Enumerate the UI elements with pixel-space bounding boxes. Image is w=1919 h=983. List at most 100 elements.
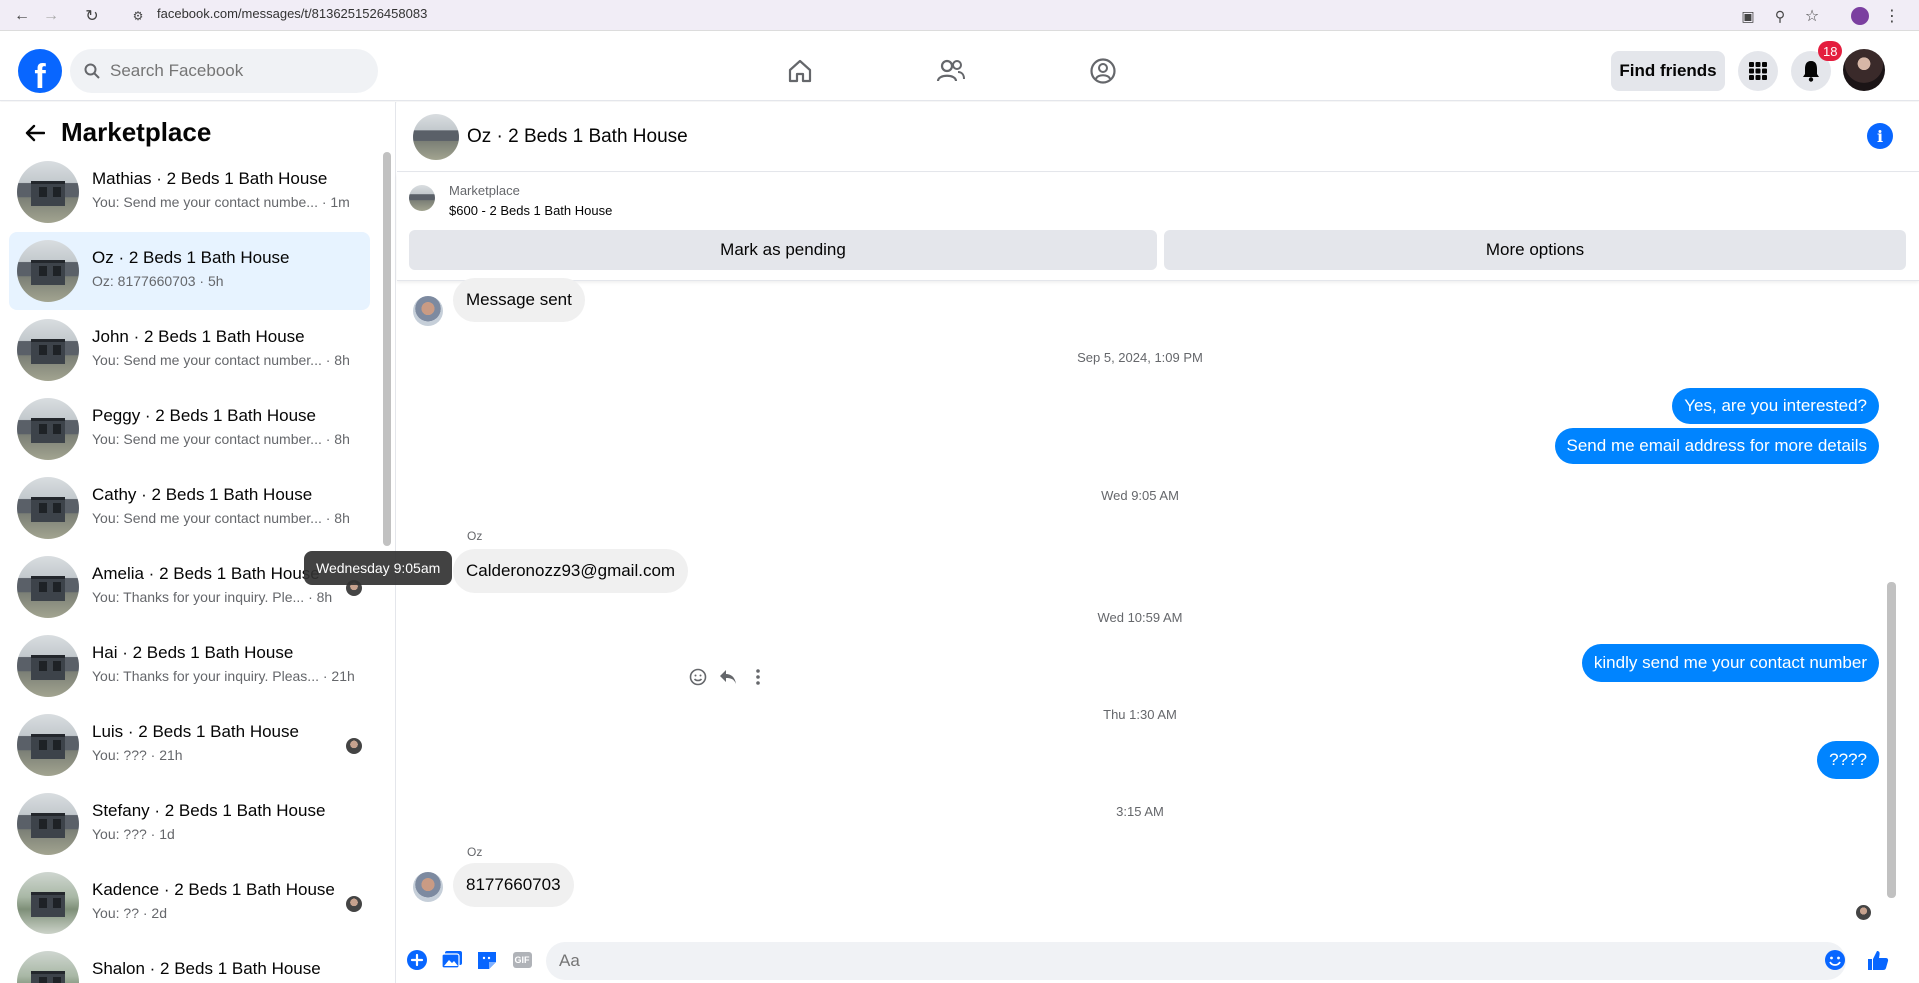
conversation-name: Cathy · 2 Beds 1 Bath House — [92, 485, 313, 504]
listing-thumbnail[interactable] — [413, 114, 459, 160]
search-box[interactable] — [70, 49, 378, 93]
chat-scrollbar-thumb[interactable] — [1887, 582, 1896, 898]
conversation-sidebar: Marketplace Mathias · 2 Beds 1 Bath Hous… — [0, 102, 396, 983]
notification-badge: 18 — [1818, 41, 1843, 61]
forward-icon[interactable]: → — [39, 4, 63, 28]
conversation-name: Oz · 2 Beds 1 Bath House — [92, 248, 290, 267]
conversation-preview: You: Send me your contact number... · 8h — [92, 431, 350, 447]
conversation-preview: You: ?? · 2d — [92, 905, 167, 921]
listing-thumbnail — [17, 319, 79, 381]
more-actions-icon[interactable] — [746, 665, 770, 689]
timestamp-divider: Sep 5, 2024, 1:09 PM — [1077, 350, 1203, 365]
sidebar-title: Marketplace — [61, 117, 212, 147]
photo-icon[interactable] — [440, 948, 464, 972]
listing-thumbnail — [17, 793, 79, 855]
listing-thumbnail — [17, 556, 79, 618]
read-receipt-avatar — [1856, 905, 1871, 920]
emoji-icon[interactable] — [1823, 948, 1847, 972]
more-options-button[interactable]: More options — [1164, 230, 1906, 270]
sender-name: Oz — [467, 529, 483, 543]
reload-icon[interactable]: ↻ — [80, 4, 104, 28]
conversation-name: Hai · 2 Beds 1 Bath House — [92, 643, 294, 662]
timestamp-divider: Thu 1:30 AM — [1103, 707, 1177, 722]
conversation-preview: Oz: 8177660703 · 5h — [92, 273, 224, 289]
listing-thumbnail — [17, 872, 79, 934]
incoming-message: Calderonozz93@gmail.com — [453, 549, 689, 593]
back-icon[interactable]: ← — [10, 4, 34, 28]
message-input[interactable] — [559, 951, 1759, 971]
message-input-box[interactable] — [546, 942, 1846, 980]
conversation-preview: You: ??? · 21h — [92, 747, 183, 763]
conversation-item[interactable]: Mathias · 2 Beds 1 Bath House You: Send … — [9, 153, 370, 231]
friends-icon[interactable] — [929, 49, 973, 93]
facebook-top-nav: f Find friends 18 — [0, 31, 1919, 101]
mark-as-pending-button[interactable]: Mark as pending — [409, 230, 1157, 270]
sticker-icon[interactable] — [475, 948, 499, 972]
timestamp-divider: Wed 9:05 AM — [1101, 488, 1179, 503]
account-avatar[interactable] — [1843, 49, 1885, 91]
listing-thumbnail — [17, 477, 79, 539]
conversation-item[interactable]: Peggy · 2 Beds 1 Bath House You: Send me… — [9, 390, 370, 468]
incoming-message: Message sent — [453, 278, 585, 322]
listing-thumbnail — [17, 635, 79, 697]
reply-icon[interactable] — [716, 665, 740, 689]
listing-banner: Marketplace $600 - 2 Beds 1 Bath House M… — [397, 173, 1919, 281]
listing-title[interactable]: $600 - 2 Beds 1 Bath House — [449, 203, 612, 218]
browser-menu-icon[interactable]: ⋮ — [1880, 4, 1904, 28]
contact-avatar[interactable] — [413, 872, 443, 902]
chat-title[interactable]: Oz · 2 Beds 1 Bath House — [467, 126, 688, 148]
incoming-message: 8177660703 — [453, 863, 574, 907]
listing-thumbnail — [17, 240, 79, 302]
site-info-icon[interactable]: ⚙ — [126, 4, 150, 28]
message-composer: GIF — [397, 938, 1919, 983]
conversation-item-active[interactable]: Oz · 2 Beds 1 Bath House Oz: 8177660703 … — [9, 232, 370, 310]
conversation-item[interactable]: Kadence · 2 Beds 1 Bath House You: ?? · … — [9, 864, 370, 942]
search-icon — [84, 63, 100, 79]
sidebar-scrollbar-thumb[interactable] — [383, 152, 391, 546]
groups-icon[interactable] — [1081, 49, 1125, 93]
conversation-preview: You: ??? · 1d — [92, 826, 175, 842]
listing-source: Marketplace — [449, 183, 520, 198]
conversation-item[interactable]: Luis · 2 Beds 1 Bath House You: ??? · 21… — [9, 706, 370, 784]
gif-icon[interactable]: GIF — [510, 948, 534, 972]
conversation-name: Kadence · 2 Beds 1 Bath House — [92, 880, 335, 899]
conversation-item[interactable]: Shalon · 2 Beds 1 Bath House — [9, 943, 370, 983]
zoom-icon[interactable]: ⚲ — [1768, 4, 1792, 28]
conversation-preview: You: Send me your contact number... · 8h — [92, 510, 350, 526]
conversation-item[interactable]: Cathy · 2 Beds 1 Bath House You: Send me… — [9, 469, 370, 547]
search-input[interactable] — [110, 61, 350, 81]
conversation-item[interactable]: Hai · 2 Beds 1 Bath House You: Thanks fo… — [9, 627, 370, 705]
chat-panel: Oz · 2 Beds 1 Bath House i Marketplace $… — [397, 102, 1919, 983]
home-icon[interactable] — [778, 49, 822, 93]
conversation-item[interactable]: Stefany · 2 Beds 1 Bath House You: ??? ·… — [9, 785, 370, 863]
listing-thumbnail — [17, 951, 79, 983]
browser-toolbar: ← → ↻ ⚙ facebook.com/messages/t/81362515… — [0, 0, 1919, 31]
find-friends-button[interactable]: Find friends — [1611, 51, 1725, 91]
conversation-name: Luis · 2 Beds 1 Bath House — [92, 722, 299, 741]
conversation-name: Peggy · 2 Beds 1 Bath House — [92, 406, 316, 425]
profile-icon[interactable] — [1848, 4, 1872, 28]
conversation-name: Amelia · 2 Beds 1 Bath House — [92, 564, 320, 583]
conversation-name: Mathias · 2 Beds 1 Bath House — [92, 169, 328, 188]
conversation-preview: You: Thanks for your inquiry. Pleas... ·… — [92, 668, 355, 684]
conversation-preview: You: Send me your contact number... · 8h — [92, 352, 350, 368]
outgoing-message: Send me email address for more details — [1554, 428, 1879, 464]
listing-thumbnail — [17, 398, 79, 460]
timestamp-tooltip: Wednesday 9:05am — [304, 551, 453, 585]
conversation-name: John · 2 Beds 1 Bath House — [92, 327, 305, 346]
like-thumb-icon[interactable] — [1866, 948, 1890, 972]
back-arrow-icon[interactable] — [20, 118, 50, 148]
conversation-item[interactable]: John · 2 Beds 1 Bath House You: Send me … — [9, 311, 370, 389]
plus-icon[interactable] — [405, 948, 429, 972]
bookmark-star-icon[interactable]: ☆ — [1800, 4, 1824, 28]
menu-grid-icon[interactable] — [1738, 51, 1778, 91]
install-app-icon[interactable]: ▣ — [1736, 4, 1760, 28]
contact-avatar[interactable] — [413, 296, 443, 326]
address-bar[interactable]: facebook.com/messages/t/8136251526458083 — [157, 6, 427, 21]
info-icon[interactable]: i — [1867, 123, 1893, 149]
conversation-name: Stefany · 2 Beds 1 Bath House — [92, 801, 326, 820]
facebook-logo[interactable]: f — [18, 49, 62, 93]
listing-thumbnail — [17, 714, 79, 776]
listing-thumbnail[interactable] — [409, 185, 435, 211]
react-emoji-icon[interactable] — [686, 665, 710, 689]
